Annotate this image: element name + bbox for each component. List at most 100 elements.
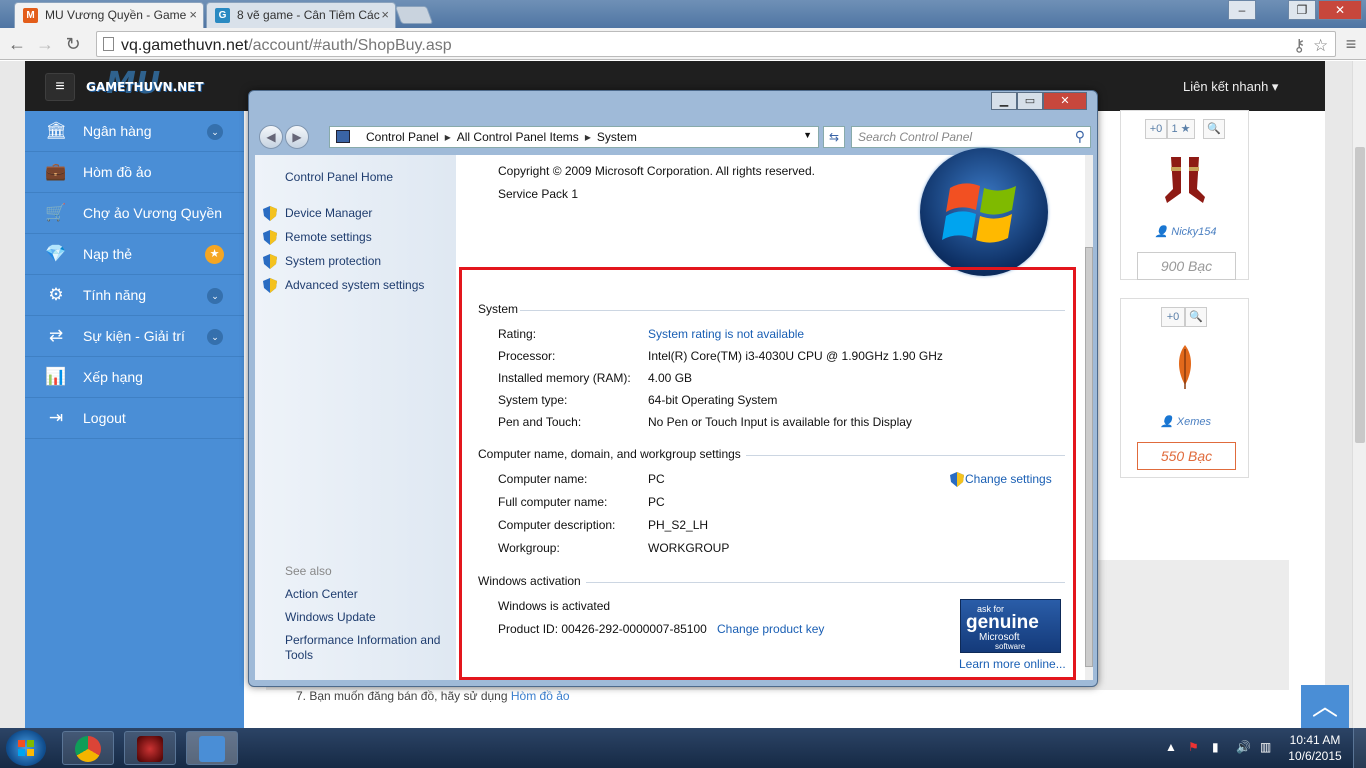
volume-icon[interactable]: 🔊 bbox=[1236, 740, 1251, 754]
crumb-all-items[interactable]: All Control Panel Items bbox=[457, 130, 579, 144]
reload-icon[interactable]: ↻ bbox=[62, 33, 84, 55]
hamburger-menu-button[interactable]: ≡ bbox=[45, 73, 75, 101]
action-center-link[interactable]: Action Center bbox=[285, 587, 358, 601]
share-icon: ⇄ bbox=[48, 326, 64, 345]
cp-home-link[interactable]: Control Panel Home bbox=[285, 170, 393, 184]
cp-minimize-button[interactable]: ▁ bbox=[991, 92, 1017, 110]
tray-expand-icon[interactable]: ▲ bbox=[1165, 740, 1177, 754]
search-icon[interactable]: ⚲ bbox=[1075, 128, 1085, 145]
description-label: Computer description: bbox=[498, 518, 616, 532]
cp-scrollbar[interactable] bbox=[1085, 155, 1093, 680]
cart-icon: 🛒 bbox=[45, 203, 67, 222]
price-button[interactable]: 900 Bạc bbox=[1137, 252, 1236, 280]
close-window-button[interactable]: ✕ bbox=[1318, 0, 1362, 20]
scroll-to-top-button[interactable]: ︿ bbox=[1301, 685, 1349, 728]
cp-close-button[interactable]: ✕ bbox=[1043, 92, 1087, 110]
system-rating-link[interactable]: System rating is not available bbox=[648, 327, 804, 341]
minimize-button[interactable]: – bbox=[1228, 0, 1256, 20]
sidebar-item-ngan-hang[interactable]: 🏛 Ngân hàng ⌄ bbox=[25, 111, 244, 152]
processor-value: Intel(R) Core(TM) i3-4030U CPU @ 1.90GHz… bbox=[648, 349, 943, 363]
search-icon[interactable]: 🔍 bbox=[1185, 307, 1207, 327]
page-scrollbar[interactable] bbox=[1352, 61, 1366, 728]
upgrade-level-button[interactable]: +0 bbox=[1161, 307, 1185, 327]
network-warning-icon[interactable]: ⚑ bbox=[1188, 740, 1199, 754]
cp-task-pane: Control Panel Home Device Manager Remote… bbox=[255, 155, 456, 680]
crumb-system[interactable]: System bbox=[597, 130, 637, 144]
chrome-taskbar-icon[interactable] bbox=[62, 731, 114, 765]
quick-links-dropdown[interactable]: Liên kết nhanh ▾ bbox=[1183, 79, 1278, 95]
shield-icon bbox=[263, 206, 277, 221]
tab-gamethuvn[interactable]: G 8 vẽ game - Cân Tiêm Các × bbox=[206, 2, 396, 28]
seller-name[interactable]: 👤 Nicky154 bbox=[1121, 225, 1250, 238]
sidebar-item-su-kien[interactable]: ⇄ Sự kiện - Giải trí ⌄ bbox=[25, 316, 244, 357]
cp-refresh-icon[interactable]: ⇆ bbox=[823, 126, 845, 148]
genuine-microsoft-badge[interactable]: ask for genuine Microsoft software bbox=[960, 599, 1061, 653]
system-clock[interactable]: 10:41 AM 10/6/2015 bbox=[1285, 732, 1345, 764]
change-settings-link[interactable]: Change settings bbox=[965, 472, 1052, 486]
cp-forward-icon[interactable]: ▶ bbox=[285, 125, 309, 149]
tab-mu-vuong-quyen[interactable]: M MU Vương Quyền - Game × bbox=[14, 2, 204, 28]
logout-icon: ⇥ bbox=[48, 408, 64, 427]
back-arrow-icon[interactable]: ← bbox=[6, 33, 28, 55]
forward-arrow-icon[interactable]: → bbox=[34, 33, 56, 55]
system-protection-link[interactable]: System protection bbox=[285, 254, 381, 268]
chevron-down-icon[interactable]: ▼ bbox=[803, 130, 812, 140]
crumb-control-panel[interactable]: Control Panel bbox=[366, 130, 439, 144]
remote-settings-link[interactable]: Remote settings bbox=[285, 230, 372, 244]
sidebar-item-hom-do-ao[interactable]: 💼 Hòm đồ ảo bbox=[25, 152, 244, 193]
bank-icon: 🏛 bbox=[45, 121, 67, 140]
sidebar-item-cho-ao[interactable]: 🛒 Chợ ảo Vương Quyền bbox=[25, 193, 244, 234]
shield-icon bbox=[950, 472, 964, 487]
control-panel-icon bbox=[199, 736, 225, 762]
advanced-system-settings-link[interactable]: Advanced system settings bbox=[285, 278, 424, 292]
key-icon[interactable]: ⚷ bbox=[1293, 36, 1305, 56]
start-button[interactable] bbox=[6, 730, 46, 766]
tab-close-icon[interactable]: × bbox=[381, 7, 389, 22]
shield-icon bbox=[263, 278, 277, 293]
cp-scrollbar-thumb[interactable] bbox=[1085, 247, 1093, 667]
sidebar-item-tinh-nang[interactable]: ⚙ Tính năng ⌄ bbox=[25, 275, 244, 316]
sidebar-item-xep-hang[interactable]: 📊 Xếp hạng bbox=[25, 357, 244, 398]
change-product-key-link[interactable]: Change product key bbox=[717, 622, 824, 636]
new-tab-button[interactable] bbox=[394, 6, 434, 24]
shop-item-card[interactable]: +0 🔍 👤 Xemes 550 Bạc bbox=[1120, 298, 1249, 478]
sidebar-item-logout[interactable]: ⇥ Logout bbox=[25, 398, 244, 439]
performance-info-link-tools[interactable]: Tools bbox=[285, 648, 313, 662]
show-desktop-button[interactable] bbox=[1353, 728, 1366, 768]
sidebar-item-label: Xếp hạng bbox=[83, 369, 143, 385]
seller-name[interactable]: 👤 Xemes bbox=[1121, 415, 1250, 428]
upgrade-level-button[interactable]: +0 bbox=[1145, 119, 1167, 139]
cp-maximize-button[interactable]: ▭ bbox=[1017, 92, 1043, 110]
hom-do-ao-link[interactable]: Hòm đồ ảo bbox=[511, 689, 570, 703]
tab-title: 8 vẽ game - Cân Tiêm Các bbox=[237, 8, 380, 22]
learn-more-link[interactable]: Learn more online... bbox=[959, 657, 1066, 671]
see-also-heading: See also bbox=[285, 564, 332, 578]
sidebar-item-label: Chợ ảo Vương Quyền bbox=[83, 205, 223, 221]
star-rating-button[interactable]: 1 ★ bbox=[1167, 119, 1195, 139]
windows-update-link[interactable]: Windows Update bbox=[285, 610, 376, 624]
control-panel-taskbar-icon[interactable] bbox=[186, 731, 238, 765]
scrollbar-thumb[interactable] bbox=[1355, 147, 1365, 443]
maximize-button[interactable]: ❐ bbox=[1288, 0, 1316, 20]
activation-section-heading: Windows activation bbox=[478, 574, 581, 588]
tab-close-icon[interactable]: × bbox=[189, 7, 197, 22]
sidebar-item-nap-the[interactable]: 💎 Nạp thẻ ★ bbox=[25, 234, 244, 275]
cp-breadcrumb[interactable]: Control Panel ▸ All Control Panel Items ▸ Sy… bbox=[329, 126, 819, 148]
site-logo[interactable]: MU GAMETHUVN.NET bbox=[86, 66, 204, 101]
search-icon[interactable]: 🔍 bbox=[1203, 119, 1225, 139]
cp-search-input[interactable]: Search Control Panel ⚲ bbox=[851, 126, 1091, 148]
battery-icon[interactable]: ▮ bbox=[1212, 740, 1219, 754]
device-manager-link[interactable]: Device Manager bbox=[285, 206, 372, 220]
address-bar[interactable]: vq.gamethuvn.net/account/#auth/ShopBuy.a… bbox=[96, 31, 1336, 57]
star-bookmark-icon[interactable]: ☆ bbox=[1313, 36, 1328, 56]
menu-icon[interactable]: ≡ bbox=[1340, 33, 1362, 55]
network-icon[interactable]: ▥ bbox=[1260, 740, 1271, 754]
cp-back-icon[interactable]: ◀ bbox=[259, 125, 283, 149]
price-button[interactable]: 550 Bạc bbox=[1137, 442, 1236, 470]
divider bbox=[586, 582, 1065, 583]
mu-game-taskbar-icon[interactable] bbox=[124, 731, 176, 765]
sidebar-item-label: Sự kiện - Giải trí bbox=[83, 328, 185, 344]
shop-item-card[interactable]: +0 1 ★ 🔍 👤 Nicky154 900 Bạc bbox=[1120, 110, 1249, 280]
performance-info-link[interactable]: Performance Information and bbox=[285, 633, 440, 647]
chrome-icon bbox=[75, 736, 101, 762]
